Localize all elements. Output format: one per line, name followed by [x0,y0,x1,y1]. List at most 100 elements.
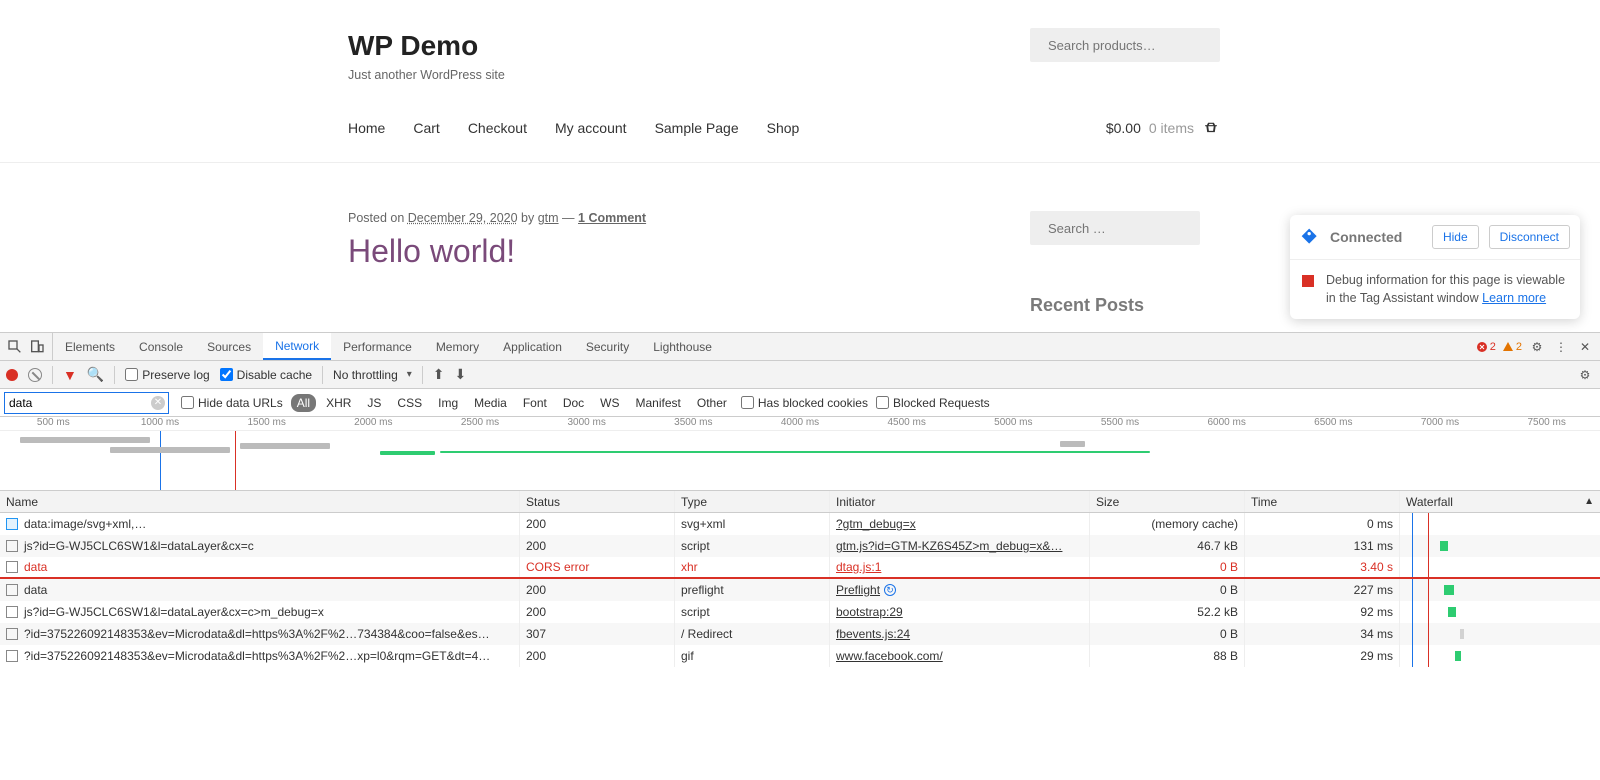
clear-button[interactable] [28,368,42,382]
product-search-input[interactable] [1048,38,1224,53]
product-search[interactable] [1030,28,1220,62]
sidebar-search-input[interactable] [1048,221,1224,236]
nav-link-checkout[interactable]: Checkout [468,120,527,136]
post-title[interactable]: Hello world! [348,233,1030,270]
clear-filter-icon[interactable]: ✕ [151,396,165,410]
filter-type-manifest[interactable]: Manifest [630,394,687,412]
nav-link-cart[interactable]: Cart [413,120,439,136]
download-har-icon[interactable]: ⬇ [454,366,466,383]
cell-time: 3.40 s [1245,557,1400,577]
filter-input[interactable] [9,393,148,413]
filter-type-font[interactable]: Font [517,394,553,412]
learn-more-link[interactable]: Learn more [1482,291,1546,305]
devtools-tab-elements[interactable]: Elements [53,333,127,360]
filter-type-ws[interactable]: WS [594,394,625,412]
col-waterfall[interactable]: Waterfall▲ [1400,491,1600,512]
record-button[interactable] [6,369,18,381]
cell-size: 0 B [1090,623,1245,645]
cell-size: 46.7 kB [1090,535,1245,557]
network-row[interactable]: ?id=375226092148353&ev=Microdata&dl=http… [0,623,1600,645]
cell-size: 0 B [1090,557,1245,577]
filter-type-doc[interactable]: Doc [557,394,590,412]
devtools-tab-performance[interactable]: Performance [331,333,424,360]
ruler-tick: 6000 ms [1207,417,1245,428]
network-settings-icon[interactable]: ⚙ [1576,366,1594,384]
cell-initiator: fbevents.js:24 [830,623,1090,645]
col-initiator[interactable]: Initiator [830,491,1090,512]
filter-type-all[interactable]: All [291,394,316,412]
cell-time: 34 ms [1245,623,1400,645]
nav-link-home[interactable]: Home [348,120,385,136]
ruler-tick: 500 ms [37,417,70,428]
blocked-cookies-checkbox[interactable]: Has blocked cookies [741,396,868,410]
network-row[interactable]: data200preflightPreflight↻0 B227 ms [0,579,1600,601]
col-size[interactable]: Size [1090,491,1245,512]
warning-count-badge[interactable]: 2 [1502,341,1522,353]
filter-type-other[interactable]: Other [691,394,733,412]
post-author-link[interactable]: gtm [538,211,559,225]
hide-button[interactable]: Hide [1432,225,1479,249]
preserve-log-checkbox[interactable]: Preserve log [125,368,209,382]
nav-link-my-account[interactable]: My account [555,120,627,136]
nav-link-shop[interactable]: Shop [767,120,800,136]
search-icon[interactable]: 🔍 [87,366,104,383]
network-table-header[interactable]: Name Status Type Initiator Size Time Wat… [0,491,1600,513]
filter-input-wrap[interactable]: ✕ [4,392,169,414]
col-name[interactable]: Name [0,491,520,512]
ruler-tick: 6500 ms [1314,417,1352,428]
blocked-requests-checkbox[interactable]: Blocked Requests [876,396,990,410]
more-icon[interactable]: ⋮ [1552,338,1570,356]
inspect-element-icon[interactable] [6,338,24,356]
post-date-link[interactable]: December 29, 2020 [408,211,518,225]
network-row[interactable]: dataCORS errorxhrdtag.js:10 B3.40 s [0,557,1600,579]
ruler-tick: 5000 ms [994,417,1032,428]
filter-icon[interactable]: ▼ [63,367,77,383]
network-timeline[interactable]: 500 ms1000 ms1500 ms2000 ms2500 ms3000 m… [0,417,1600,491]
devtools-tab-application[interactable]: Application [491,333,574,360]
settings-icon[interactable]: ⚙ [1528,338,1546,356]
network-table: Name Status Type Initiator Size Time Wat… [0,491,1600,780]
hide-data-urls-checkbox[interactable]: Hide data URLs [181,396,283,410]
network-row[interactable]: js?id=G-WJ5CLC6SW1&l=dataLayer&cx=c200sc… [0,535,1600,557]
cell-time: 131 ms [1245,535,1400,557]
cell-name: js?id=G-WJ5CLC6SW1&l=dataLayer&cx=c [0,535,520,557]
close-icon[interactable]: ✕ [1576,338,1594,356]
devtools-tab-sources[interactable]: Sources [195,333,263,360]
cart-price: $0.00 [1106,120,1141,136]
post-comments-link[interactable]: 1 Comment [578,211,646,225]
cart-item-count: 0 items [1149,120,1194,136]
filter-type-css[interactable]: CSS [391,394,428,412]
filter-type-xhr[interactable]: XHR [320,394,357,412]
filter-type-img[interactable]: Img [432,394,464,412]
device-toolbar-icon[interactable] [28,338,46,356]
disable-cache-checkbox[interactable]: Disable cache [220,368,312,382]
devtools-tab-console[interactable]: Console [127,333,195,360]
network-row[interactable]: ?id=375226092148353&ev=Microdata&dl=http… [0,645,1600,667]
cell-status: 307 [520,623,675,645]
devtools-tab-lighthouse[interactable]: Lighthouse [641,333,724,360]
devtools-tab-network[interactable]: Network [263,333,331,360]
network-row[interactable]: js?id=G-WJ5CLC6SW1&l=dataLayer&cx=c>m_de… [0,601,1600,623]
cell-waterfall [1400,513,1600,535]
tag-assistant-status: Connected [1330,229,1422,245]
site-tagline: Just another WordPress site [348,68,505,82]
error-count-badge[interactable]: 2 [1476,341,1496,353]
disconnect-button[interactable]: Disconnect [1489,225,1570,249]
col-status[interactable]: Status [520,491,675,512]
devtools-tab-security[interactable]: Security [574,333,641,360]
meta-separator: — [559,211,578,225]
file-icon [6,518,18,530]
filter-type-media[interactable]: Media [468,394,513,412]
network-row[interactable]: data:image/svg+xml,…200svg+xml?gtm_debug… [0,513,1600,535]
sidebar-search[interactable] [1030,211,1200,245]
throttling-select[interactable]: No throttling [333,368,412,382]
site-title[interactable]: WP Demo [348,30,505,62]
devtools-tab-memory[interactable]: Memory [424,333,491,360]
upload-har-icon[interactable]: ⬆ [433,366,445,383]
cart-summary[interactable]: $0.00 0 items [1106,120,1220,136]
col-time[interactable]: Time [1245,491,1400,512]
nav-link-sample-page[interactable]: Sample Page [655,120,739,136]
filter-type-js[interactable]: JS [361,394,387,412]
col-type[interactable]: Type [675,491,830,512]
recent-posts-heading: Recent Posts [1030,295,1220,316]
